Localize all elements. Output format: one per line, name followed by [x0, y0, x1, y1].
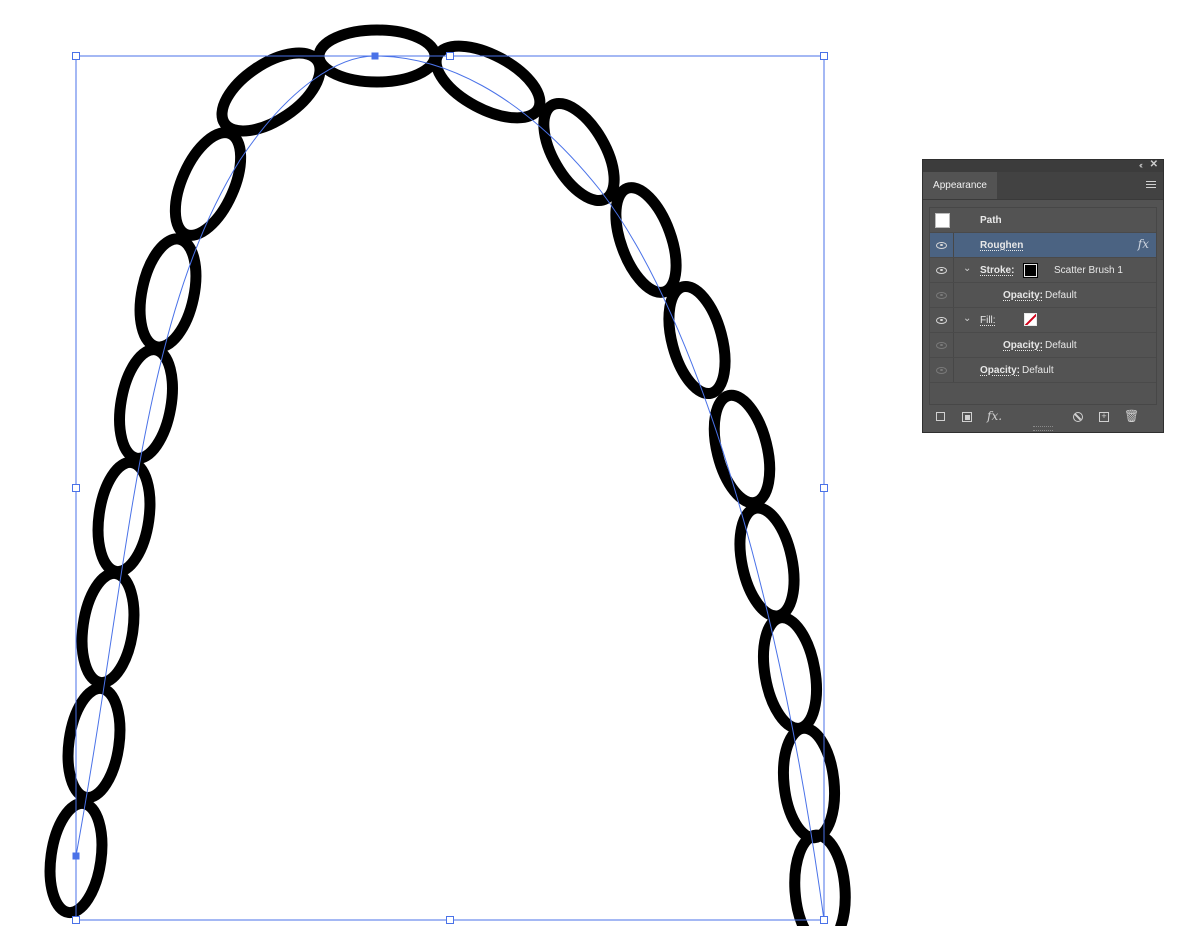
bead-ellipse — [610, 182, 682, 298]
bounding-box-handle[interactable] — [820, 52, 828, 60]
visibility-eye-icon[interactable] — [936, 266, 947, 274]
add-new-fill-icon[interactable] — [962, 412, 972, 422]
resize-grip[interactable] — [1033, 426, 1053, 431]
fill-opacity-value: Default — [1045, 340, 1077, 351]
bounding-box-handle[interactable] — [820, 484, 828, 492]
bead-ellipse — [76, 567, 140, 689]
stroke-label[interactable]: Stroke: — [980, 265, 1014, 276]
fill-none-swatch[interactable] — [1024, 313, 1037, 326]
duplicate-item-icon[interactable]: + — [1099, 412, 1109, 422]
close-panel-icon[interactable]: ✕ — [1150, 159, 1158, 170]
stroke-brush-value[interactable]: Scatter Brush 1 — [1054, 265, 1123, 276]
add-new-stroke-icon[interactable] — [936, 412, 945, 421]
appearance-list: Path Roughen fx ⌄ Stroke: Scatter Brush … — [929, 207, 1157, 405]
stroke-opacity-label[interactable]: Opacity: — [1003, 290, 1043, 301]
clear-appearance-icon[interactable] — [1073, 412, 1083, 422]
path-thumbnail — [935, 213, 950, 228]
bounding-box-handle[interactable] — [446, 52, 454, 60]
bead-ellipse — [734, 502, 800, 622]
fx-icon: fx — [1137, 237, 1149, 251]
panel-tab-bar: Appearance — [923, 172, 1163, 200]
row-opacity[interactable]: Opacity: Default — [930, 358, 1156, 383]
anchor-point[interactable] — [371, 52, 379, 60]
path-label: Path — [980, 215, 1002, 226]
row-stroke-opacity[interactable]: Opacity: Default — [930, 283, 1156, 308]
row-fill-opacity[interactable]: Opacity: Default — [930, 333, 1156, 358]
add-effect-icon[interactable]: fx. — [987, 409, 1002, 423]
stroke-opacity-value: Default — [1045, 290, 1077, 301]
row-stroke[interactable]: ⌄ Stroke: Scatter Brush 1 — [930, 258, 1156, 283]
bead-ellipse — [169, 127, 247, 241]
opacity-label[interactable]: Opacity: — [980, 365, 1020, 376]
bead-ellipse — [62, 682, 126, 804]
bead-ellipse — [789, 829, 851, 926]
visibility-eye-icon[interactable] — [936, 241, 947, 249]
fill-opacity-label[interactable]: Opacity: — [1003, 340, 1043, 351]
bead-ellipse — [708, 389, 776, 509]
bead-ellipse — [538, 97, 620, 207]
collapse-panel-icon[interactable]: ‹‹ — [1139, 160, 1143, 170]
bounding-box-handle[interactable] — [446, 916, 454, 924]
bounding-box[interactable] — [75, 55, 825, 921]
stroke-swatch[interactable] — [1023, 263, 1038, 278]
row-roughen[interactable]: Roughen fx — [930, 233, 1156, 258]
bounding-box-handle[interactable] — [72, 484, 80, 492]
bead-ellipse — [430, 40, 546, 124]
visibility-eye-icon[interactable] — [936, 316, 947, 324]
visibility-eye-icon[interactable] — [936, 291, 947, 299]
chevron-down-icon[interactable]: ⌄ — [963, 313, 971, 324]
row-fill[interactable]: ⌄ Fill: — [930, 308, 1156, 333]
visibility-eye-icon[interactable] — [936, 366, 947, 374]
panel-footer: fx. + 🗑 — [923, 404, 1163, 432]
anchor-point[interactable] — [72, 852, 80, 860]
opacity-value: Default — [1022, 365, 1054, 376]
scatter-brush-beads — [44, 24, 851, 926]
tab-appearance[interactable]: Appearance — [923, 172, 997, 199]
panel-menu-icon[interactable] — [1146, 181, 1156, 190]
artboard-canvas[interactable] — [0, 0, 1180, 926]
trash-icon[interactable]: 🗑 — [1124, 410, 1139, 422]
fill-label[interactable]: Fill: — [980, 315, 996, 326]
panel-title-bar: ‹‹ ✕ — [923, 159, 1163, 172]
bead-ellipse — [663, 280, 731, 400]
bounding-box-handle[interactable] — [72, 916, 80, 924]
roughen-effect-link[interactable]: Roughen — [980, 240, 1023, 251]
bounding-box-handle[interactable] — [820, 916, 828, 924]
bounding-box-handle[interactable] — [72, 52, 80, 60]
row-path[interactable]: Path — [930, 208, 1156, 233]
bead-ellipse — [114, 344, 178, 464]
appearance-panel: ‹‹ ✕ Appearance Path Roughen fx ⌄ Stroke… — [922, 159, 1164, 433]
visibility-eye-icon[interactable] — [936, 341, 947, 349]
chevron-down-icon[interactable]: ⌄ — [963, 263, 971, 274]
guide-path[interactable] — [75, 55, 825, 921]
